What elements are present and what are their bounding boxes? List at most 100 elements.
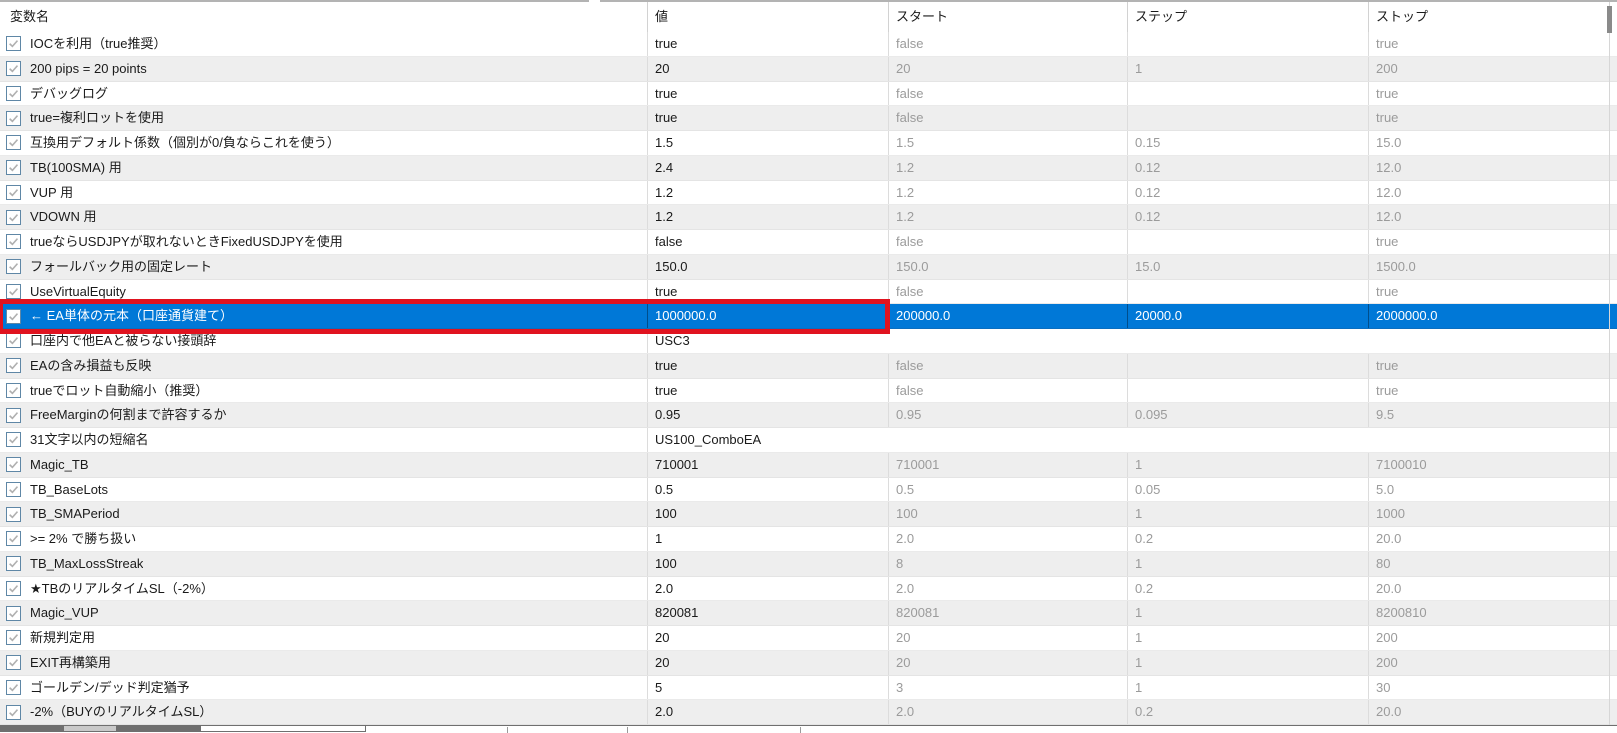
checkbox-checked-icon[interactable] [6,234,21,250]
cell-value[interactable]: 20 [647,650,888,675]
variable-name-cell[interactable]: EAの含み損益も反映 [0,354,647,378]
cell-value[interactable]: USC3 [647,329,888,353]
cell-start[interactable]: 710001 [888,452,1127,477]
checkbox-checked-icon[interactable] [6,630,21,646]
table-row[interactable]: VUP 用 1.2 1.2 0.12 12.0 [0,180,1617,206]
cell-stop[interactable]: 5.0 [1368,477,1617,502]
cell-step[interactable]: 1 [1127,502,1368,526]
cell-step[interactable]: 1 [1127,650,1368,675]
table-row[interactable]: TB(100SMA) 用 2.4 1.2 0.12 12.0 [0,155,1617,181]
cell-start[interactable]: 8 [888,551,1127,576]
checkbox-checked-icon[interactable] [6,308,21,324]
table-row[interactable]: ゴールデン/デッド判定猶予 5 3 1 30 [0,675,1617,701]
cell-stop[interactable]: true [1368,230,1617,254]
cell-stop[interactable]: 9.5 [1368,403,1617,427]
cell-value[interactable]: US100_ComboEA [647,428,888,452]
checkbox-checked-icon[interactable] [6,160,21,176]
vertical-scrollbar-thumb[interactable] [1607,6,1612,33]
cell-start[interactable]: 0.5 [888,477,1127,502]
cell-value[interactable]: 2.4 [647,155,888,180]
variable-name-cell[interactable]: EXIT再構築用 [0,651,647,675]
checkbox-checked-icon[interactable] [6,110,21,126]
variable-name-cell[interactable]: TB_BaseLots [0,478,647,502]
table-row[interactable]: Magic_VUP 820081 820081 1 8200810 [0,601,1617,626]
checkbox-checked-icon[interactable] [6,506,21,522]
variable-name-cell[interactable]: true=複利ロットを使用 [0,106,647,130]
cell-stop[interactable]: true [1368,106,1617,130]
cell-start[interactable]: 100 [888,502,1127,526]
cell-step[interactable]: 0.2 [1127,527,1368,551]
cell-stop[interactable]: 20.0 [1368,527,1617,551]
checkbox-checked-icon[interactable] [6,679,21,695]
cell-step[interactable]: 1 [1127,452,1368,477]
table-row[interactable]: 口座内で他EAと被らない接頭辞 USC3 [0,329,1617,354]
checkbox-checked-icon[interactable] [6,36,21,52]
variable-name-cell[interactable]: 互換用デフォルト係数（個別が0/負ならこれを使う） [0,131,647,155]
table-row[interactable]: EXIT再構築用 20 20 1 200 [0,650,1617,676]
cell-step[interactable]: 1 [1127,551,1368,576]
cell-stop[interactable] [1368,428,1617,452]
table-row[interactable]: フォールバック用の固定レート 150.0 150.0 15.0 1500.0 [0,254,1617,280]
cell-step[interactable]: 0.095 [1127,403,1368,427]
variable-name-cell[interactable]: TB_MaxLossStreak [0,552,647,576]
table-row[interactable]: true=複利ロットを使用 true false true [0,106,1617,131]
checkbox-checked-icon[interactable] [6,407,21,423]
table-row[interactable]: FreeMarginの何割まで許容するか 0.95 0.95 0.095 9.5 [0,403,1617,428]
checkbox-checked-icon[interactable] [6,531,21,547]
table-row[interactable]: 新規判定用 20 20 1 200 [0,626,1617,651]
table-row[interactable]: UseVirtualEquity true false true [0,279,1617,305]
cell-step[interactable]: 1 [1127,56,1368,81]
cell-start[interactable]: 20 [888,626,1127,650]
checkbox-checked-icon[interactable] [6,556,21,572]
variable-name-cell[interactable]: デバッグログ [0,82,647,106]
cell-start[interactable]: 20 [888,56,1127,81]
cell-stop[interactable]: 12.0 [1368,155,1617,180]
table-row[interactable]: EAの含み損益も反映 true false true [0,353,1617,379]
variable-name-cell[interactable]: 新規判定用 [0,626,647,650]
cell-step[interactable]: 15.0 [1127,254,1368,279]
cell-value[interactable]: true [647,353,888,378]
cell-step[interactable]: 20000.0 [1127,304,1368,328]
variable-name-cell[interactable]: Magic_VUP [0,601,647,625]
cell-step[interactable]: 1 [1127,675,1368,700]
cell-start[interactable]: false [888,378,1127,403]
cell-step[interactable] [1127,329,1368,353]
cell-value[interactable]: 2.0 [647,700,888,724]
variable-name-cell[interactable]: ← EA単体の元本（口座通貨建て） [0,304,647,328]
cell-step[interactable] [1127,353,1368,378]
cell-value[interactable]: 20 [647,56,888,81]
variable-name-cell[interactable]: trueでロット自動縮小（推奨） [0,379,647,403]
cell-start[interactable]: 1.2 [888,205,1127,229]
cell-value[interactable]: true [647,81,888,106]
variable-name-cell[interactable]: TB_SMAPeriod [0,502,647,526]
cell-value[interactable]: 100 [647,502,888,526]
cell-start[interactable]: false [888,32,1127,56]
cell-stop[interactable]: 12.0 [1368,205,1617,229]
table-row[interactable]: 31文字以内の短縮名 US100_ComboEA [0,428,1617,453]
cell-step[interactable]: 1 [1127,601,1368,625]
cell-value[interactable]: 820081 [647,601,888,625]
variable-name-cell[interactable]: 口座内で他EAと被らない接頭辞 [0,329,647,353]
cell-stop[interactable]: 200 [1368,650,1617,675]
variable-name-cell[interactable]: 31文字以内の短縮名 [0,428,647,452]
cell-value[interactable]: false [647,230,888,254]
cell-value[interactable]: 0.5 [647,477,888,502]
cell-start[interactable]: 1.2 [888,180,1127,205]
cell-start[interactable]: 200000.0 [888,304,1127,328]
cell-start[interactable]: 20 [888,650,1127,675]
cell-start[interactable]: false [888,353,1127,378]
table-row[interactable]: trueでロット自動縮小（推奨） true false true [0,378,1617,404]
checkbox-checked-icon[interactable] [6,432,21,448]
cell-step[interactable]: 0.12 [1127,205,1368,229]
cell-step[interactable] [1127,428,1368,452]
table-row[interactable]: TB_MaxLossStreak 100 8 1 80 [0,551,1617,577]
cell-stop[interactable]: 7100010 [1368,452,1617,477]
variable-name-cell[interactable]: -2%（BUYのリアルタイムSL） [0,700,647,724]
cell-value[interactable]: 1000000.0 [647,304,888,328]
cell-step[interactable]: 0.2 [1127,700,1368,724]
checkbox-checked-icon[interactable] [6,184,21,200]
checkbox-checked-icon[interactable] [6,259,21,275]
checkbox-checked-icon[interactable] [6,704,21,720]
cell-stop[interactable]: 30 [1368,675,1617,700]
cell-step[interactable]: 0.2 [1127,576,1368,601]
